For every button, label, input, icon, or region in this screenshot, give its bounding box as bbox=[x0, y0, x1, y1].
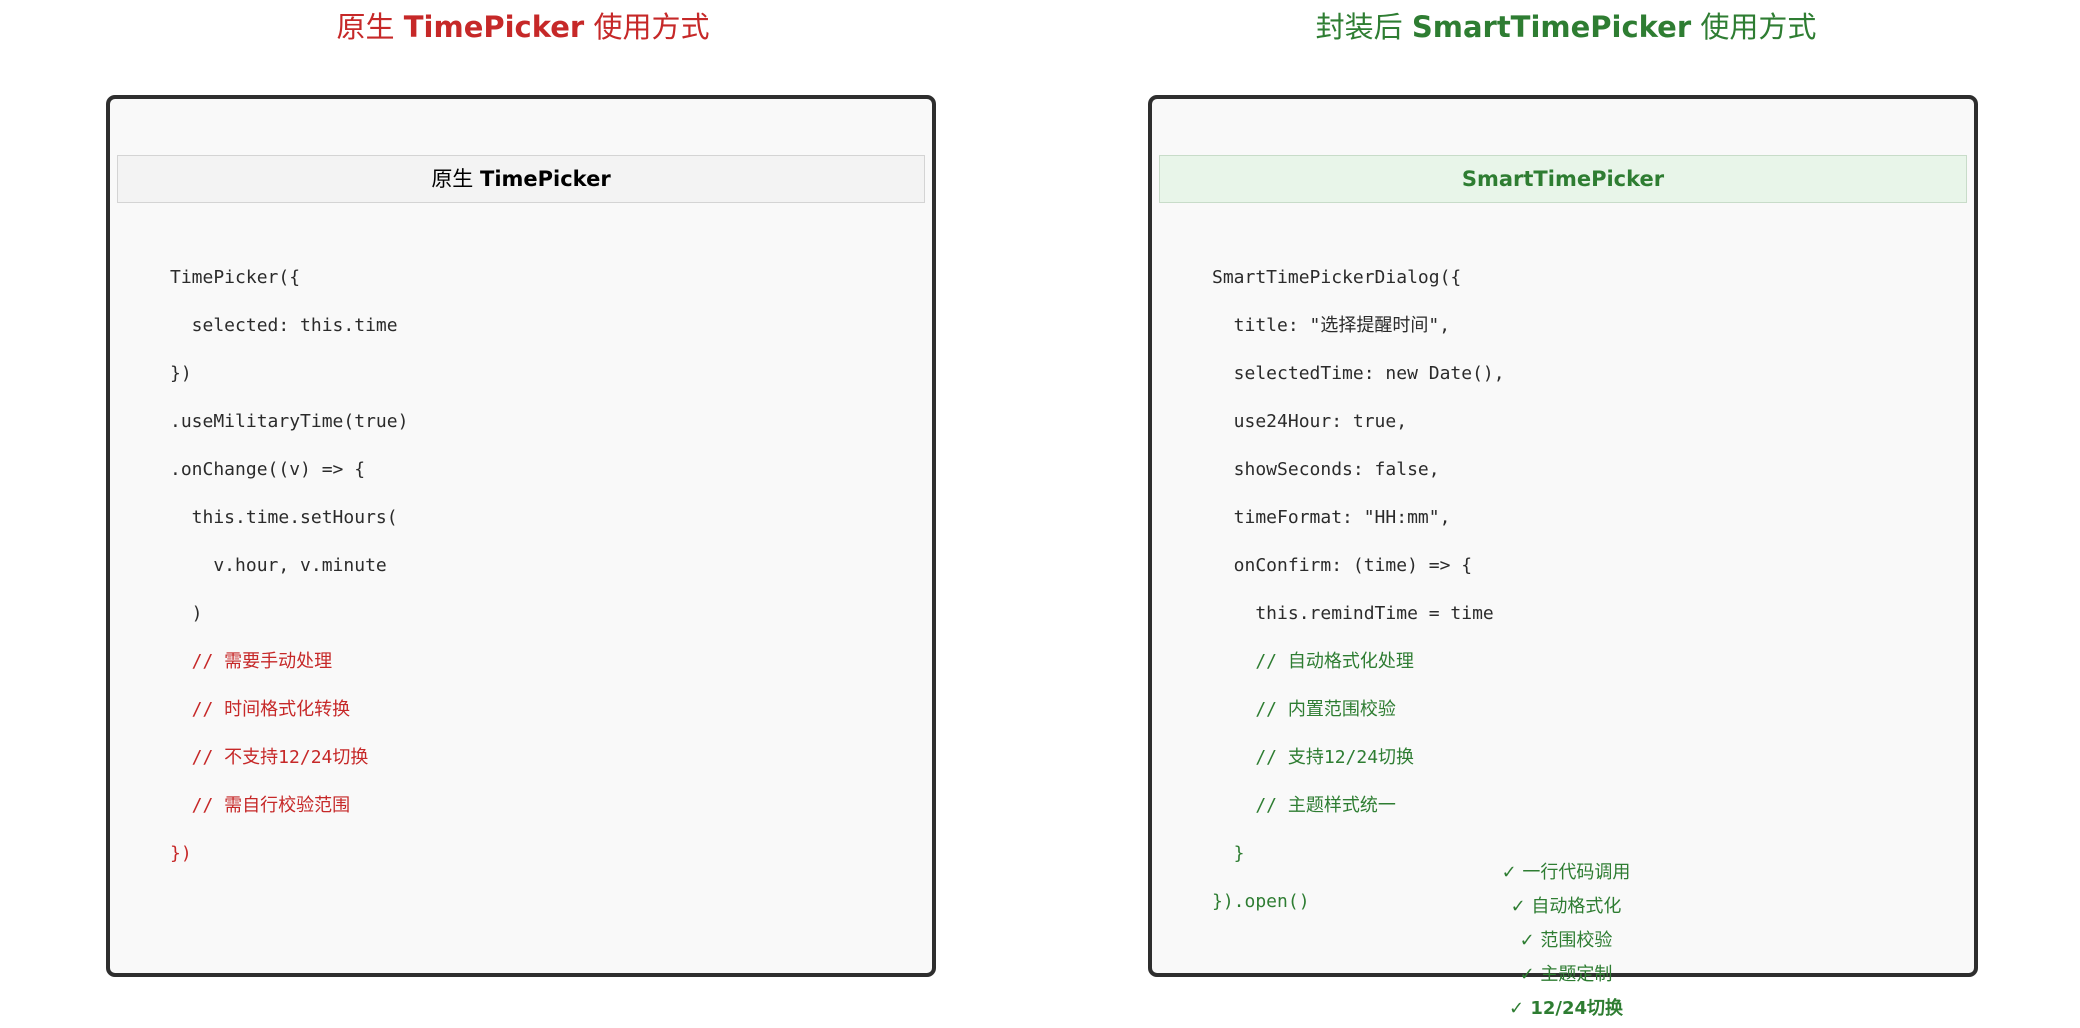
smart-code-line: this.remindTime = time bbox=[1212, 603, 1494, 624]
smart-title-suffix: 使用方式 bbox=[1691, 10, 1817, 44]
native-title-prefix: 原生 bbox=[336, 10, 404, 44]
smart-code-line: // 支持12/24切换 bbox=[1212, 747, 1415, 768]
smart-code-block: SmartTimePickerDialog({ title: "选择提醒时间",… bbox=[1212, 254, 1505, 926]
native-title-name: TimePicker bbox=[403, 10, 585, 44]
native-header-prefix: 原生 bbox=[431, 167, 480, 191]
feature-item: ✓ 主题定制 bbox=[1519, 964, 1613, 985]
native-header-name: TimePicker bbox=[480, 167, 611, 191]
smart-timepicker-panel: SmartTimePicker SmartTimePickerDialog({ … bbox=[1148, 95, 1978, 977]
native-code-line: // 需自行校验范围 bbox=[170, 795, 351, 816]
native-code-line: this.time.setHours( bbox=[170, 507, 398, 528]
smart-code-line: // 自动格式化处理 bbox=[1212, 651, 1414, 672]
smart-title: 封装后 SmartTimePicker 使用方式 bbox=[1316, 4, 1817, 46]
smart-code-line: SmartTimePickerDialog({ bbox=[1212, 267, 1462, 288]
feature-item: ✓ 12/24切换 bbox=[1508, 998, 1624, 1019]
smart-code-line: } bbox=[1212, 843, 1245, 864]
smart-code-line: timeFormat: "HH:mm", bbox=[1212, 507, 1451, 528]
smart-title-name: SmartTimePicker bbox=[1411, 10, 1692, 44]
feature-item: ✓ 自动格式化 bbox=[1510, 896, 1622, 917]
native-code-line: // 不支持12/24切换 bbox=[170, 747, 369, 768]
smart-panel-header: SmartTimePicker bbox=[1159, 155, 1967, 203]
native-code-line: selected: this.time bbox=[170, 315, 398, 336]
feature-item: ✓ 范围校验 bbox=[1519, 930, 1613, 951]
native-code-line: // 需要手动处理 bbox=[170, 651, 333, 672]
native-code-line: // 时间格式化转换 bbox=[170, 699, 351, 720]
smart-code-line: selectedTime: new Date(), bbox=[1212, 363, 1505, 384]
smart-code-line: onConfirm: (time) => { bbox=[1212, 555, 1473, 576]
smart-title-prefix: 封装后 bbox=[1315, 10, 1412, 44]
feature-item: ✓ 一行代码调用 bbox=[1501, 862, 1631, 883]
native-code-line: .onChange((v) => { bbox=[170, 459, 366, 480]
native-code-block: TimePicker({ selected: this.time}) .useMi… bbox=[170, 254, 408, 878]
native-code-line: ) bbox=[170, 603, 203, 624]
smart-code-line: }).open() bbox=[1212, 891, 1310, 912]
native-timepicker-panel: 原生 TimePicker TimePicker({ selected: thi… bbox=[106, 95, 936, 977]
smart-code-line: showSeconds: false, bbox=[1212, 459, 1440, 480]
smart-code-line: use24Hour: true, bbox=[1212, 411, 1408, 432]
smart-code-line: title: "选择提醒时间", bbox=[1212, 315, 1451, 336]
native-code-line: TimePicker({ bbox=[170, 267, 301, 288]
native-code-line: }) bbox=[170, 843, 192, 864]
native-code-line: }) bbox=[170, 363, 192, 384]
smart-code-line: // 内置范围校验 bbox=[1212, 699, 1396, 720]
native-code-line: .useMilitaryTime(true) bbox=[170, 411, 409, 432]
smart-feature-list: ✓ 一行代码调用 ✓ 自动格式化 ✓ 范围校验 ✓ 主题定制 ✓ 12/24切换 bbox=[1502, 856, 1631, 1026]
native-code-line: v.hour, v.minute bbox=[170, 555, 387, 576]
native-title-suffix: 使用方式 bbox=[584, 10, 710, 44]
smart-code-line: // 主题样式统一 bbox=[1212, 795, 1396, 816]
native-title: 原生 TimePicker 使用方式 bbox=[337, 4, 710, 46]
native-panel-header: 原生 TimePicker bbox=[117, 155, 925, 203]
